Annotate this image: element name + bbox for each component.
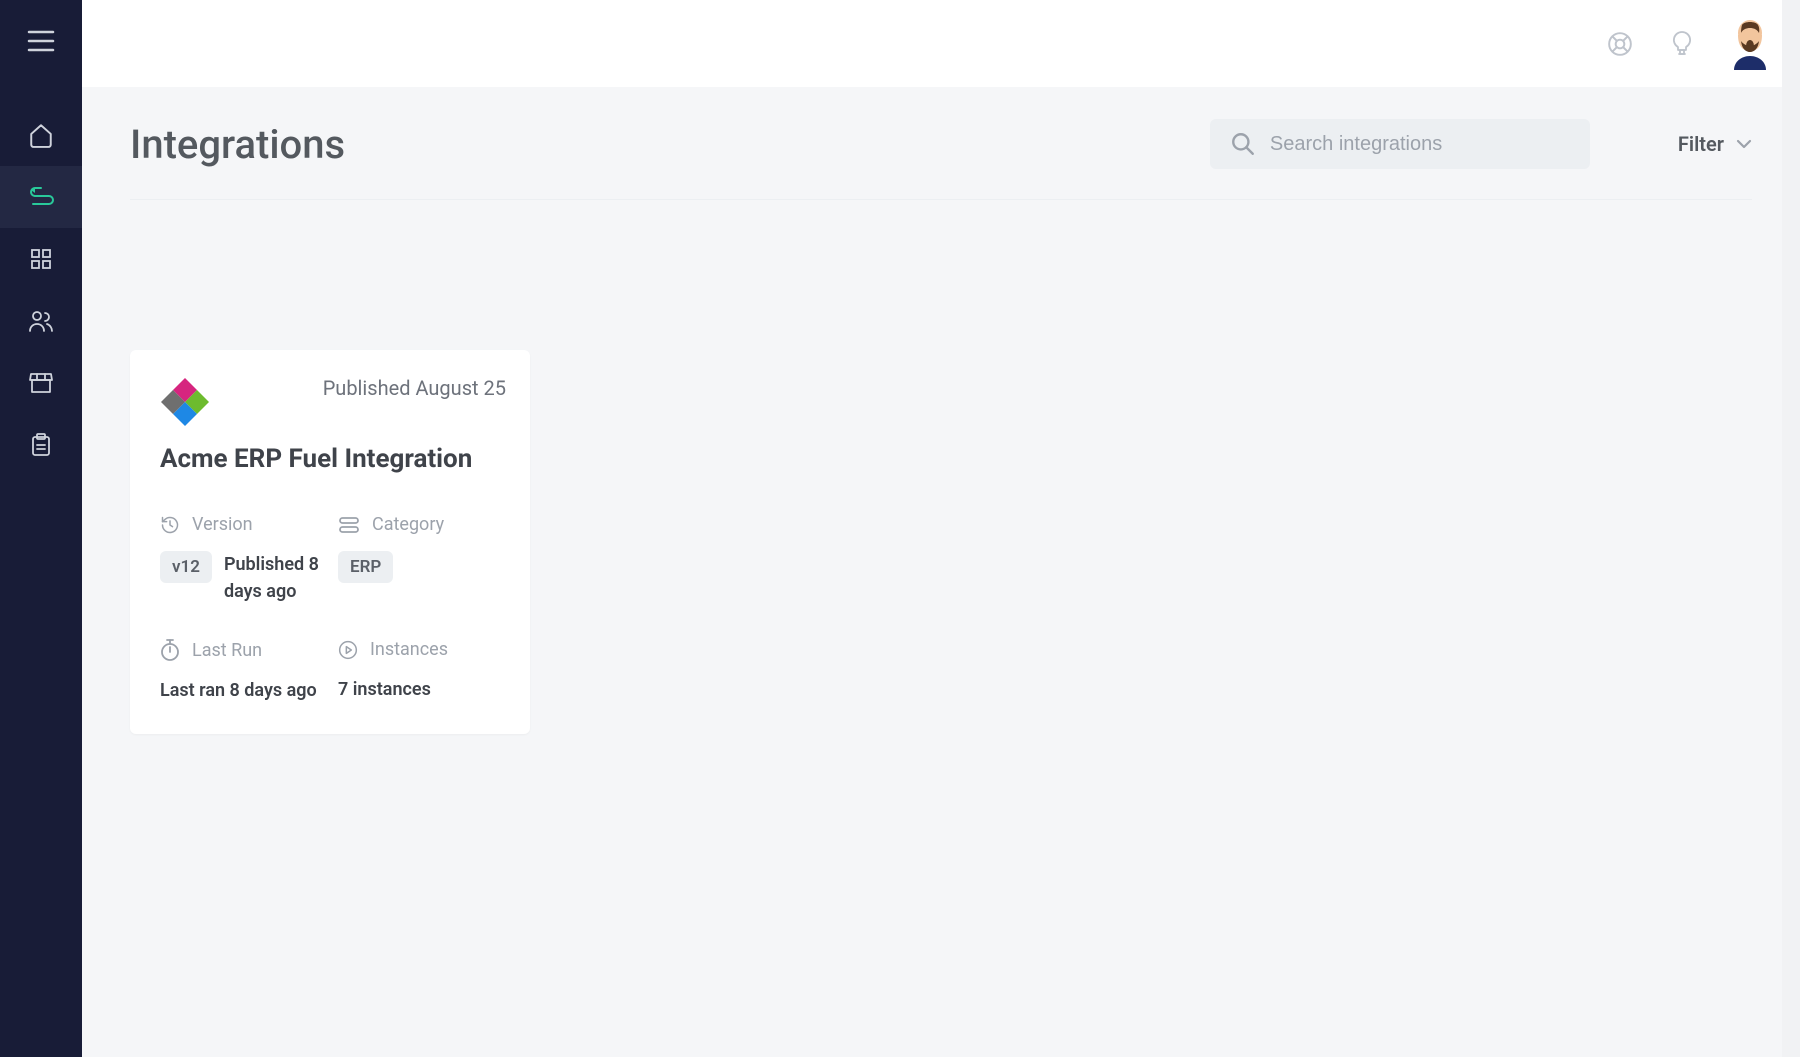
content: Integrations Filter (82, 87, 1800, 1057)
topbar (82, 0, 1800, 87)
search-input[interactable] (1270, 133, 1570, 156)
grid-icon (29, 247, 53, 271)
filter-label: Filter (1678, 132, 1724, 156)
instances-label: Instances (370, 639, 448, 660)
clipboard-icon (30, 433, 52, 457)
lastrun-label: Last Run (192, 640, 262, 661)
sidebar-item-components[interactable] (0, 228, 82, 290)
page-title: Integrations (130, 121, 345, 168)
scrollbar-track[interactable] (1782, 0, 1800, 1057)
history-icon (160, 515, 180, 535)
stopwatch-icon (160, 639, 180, 661)
avatar[interactable] (1728, 18, 1772, 70)
filter-dropdown[interactable]: Filter (1678, 132, 1752, 156)
support-button[interactable] (1604, 28, 1636, 60)
published-date: Published August 25 (323, 376, 506, 400)
lastrun-value: Last ran 8 days ago (160, 677, 328, 704)
meta-instances: Instances 7 instances (338, 639, 506, 704)
sidebar-item-integrations[interactable] (0, 166, 82, 228)
page-header: Integrations Filter (130, 119, 1752, 200)
integrations-icon (27, 184, 55, 210)
meta-category: Category ERP (338, 514, 506, 605)
lifebuoy-icon (1607, 31, 1633, 57)
integration-card[interactable]: Published August 25 Acme ERP Fuel Integr… (130, 350, 530, 734)
users-icon (28, 309, 54, 333)
integration-logo-icon (160, 376, 210, 426)
sidebar-item-home[interactable] (0, 104, 82, 166)
sidebar-item-marketplace[interactable] (0, 352, 82, 414)
hamburger-icon (27, 30, 55, 52)
category-badge: ERP (338, 551, 393, 583)
main: Integrations Filter (82, 0, 1800, 1057)
meta-lastrun: Last Run Last ran 8 days ago (160, 639, 328, 704)
category-icon (338, 516, 360, 534)
play-circle-icon (338, 640, 358, 660)
home-icon (28, 122, 54, 148)
sidebar-item-users[interactable] (0, 290, 82, 352)
version-label: Version (192, 514, 253, 535)
hints-button[interactable] (1666, 28, 1698, 60)
card-title: Acme ERP Fuel Integration (160, 444, 506, 474)
instances-value: 7 instances (338, 676, 506, 703)
search-box[interactable] (1210, 119, 1590, 169)
version-badge: v12 (160, 551, 212, 583)
sidebar (0, 0, 82, 1057)
chevron-down-icon (1736, 139, 1752, 149)
meta-version: Version v12 Published 8 days ago (160, 514, 328, 605)
search-icon (1230, 131, 1256, 157)
lightbulb-icon (1671, 30, 1693, 58)
menu-toggle[interactable] (18, 18, 64, 64)
storefront-icon (29, 372, 53, 394)
card-area: Published August 25 Acme ERP Fuel Integr… (130, 200, 1752, 734)
avatar-icon (1728, 18, 1772, 70)
category-label: Category (372, 514, 444, 535)
version-detail: Published 8 days ago (224, 551, 328, 605)
sidebar-item-logs[interactable] (0, 414, 82, 476)
